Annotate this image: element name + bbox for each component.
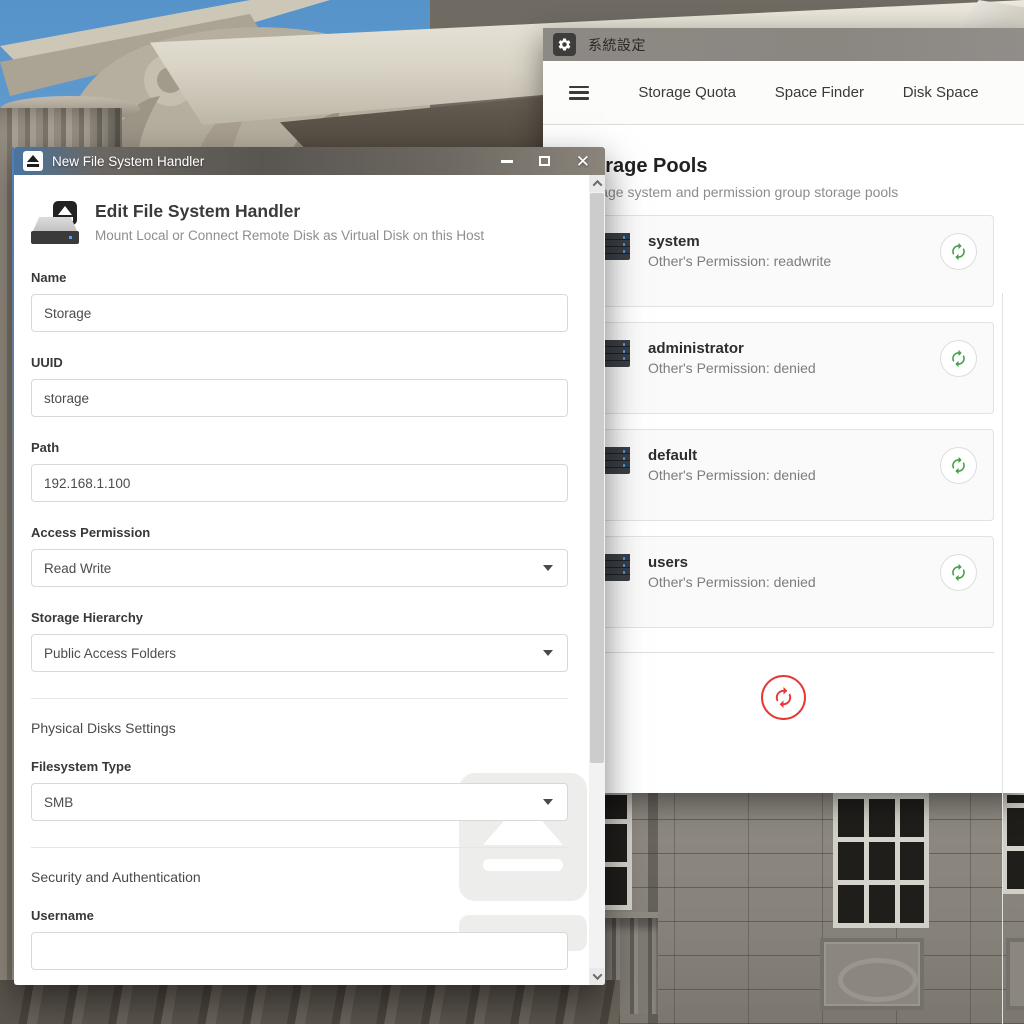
pool-permission: Other's Permission: denied bbox=[648, 360, 922, 376]
eject-icon bbox=[23, 151, 43, 171]
dialog-window-title: New File System Handler bbox=[52, 154, 492, 169]
scroll-up-button[interactable] bbox=[589, 175, 605, 192]
scrollbar-thumb[interactable] bbox=[590, 193, 604, 763]
pool-name: system bbox=[648, 233, 922, 250]
refresh-all-button[interactable] bbox=[761, 675, 806, 720]
storage-hierarchy-label: Storage Hierarchy bbox=[31, 610, 568, 625]
tab-storage-quota[interactable]: Storage Quota bbox=[638, 84, 736, 101]
path-field[interactable] bbox=[31, 464, 568, 502]
name-field[interactable] bbox=[31, 294, 568, 332]
chevron-down-icon bbox=[543, 799, 553, 805]
refresh-pool-button[interactable] bbox=[940, 340, 977, 377]
building-window bbox=[602, 790, 632, 910]
pool-permission: Other's Permission: denied bbox=[648, 574, 922, 590]
scroll-down-button[interactable] bbox=[589, 968, 605, 985]
physical-disks-section-title: Physical Disks Settings bbox=[31, 720, 568, 736]
settings-body: Storage Quota Space Finder Disk Space St… bbox=[543, 61, 1024, 793]
steps-shadow bbox=[0, 980, 620, 1024]
chevron-down-icon bbox=[543, 565, 553, 571]
relief-panel bbox=[1006, 938, 1024, 1010]
pool-permission: Other's Permission: readwrite bbox=[648, 253, 922, 269]
dialog-heading: Edit File System Handler bbox=[95, 201, 484, 222]
tab-space-finder[interactable]: Space Finder bbox=[775, 84, 864, 101]
disk-drive-eject-icon bbox=[31, 201, 79, 247]
dialog-header: Edit File System Handler Mount Local or … bbox=[31, 201, 568, 247]
access-permission-select[interactable]: Read Write bbox=[31, 549, 568, 587]
pool-card-system[interactable]: system Other's Permission: readwrite bbox=[573, 215, 994, 307]
tab-disk-space[interactable]: Disk Space bbox=[903, 84, 979, 101]
dialog-scrollbar[interactable] bbox=[589, 175, 605, 985]
uuid-label: UUID bbox=[31, 355, 568, 370]
pool-card-users[interactable]: users Other's Permission: denied bbox=[573, 536, 994, 628]
building-window bbox=[833, 790, 929, 928]
page-title: Storage Pools bbox=[573, 155, 994, 178]
refresh-pool-button[interactable] bbox=[940, 554, 977, 591]
relief-panel bbox=[820, 938, 924, 1010]
pool-name: administrator bbox=[648, 340, 922, 357]
nav-tabs: Storage Quota Space Finder Disk Space bbox=[589, 84, 998, 101]
dialog-subheading: Mount Local or Connect Remote Disk as Vi… bbox=[95, 228, 484, 243]
settings-navbar: Storage Quota Space Finder Disk Space bbox=[543, 61, 1024, 125]
dialog-body: Edit File System Handler Mount Local or … bbox=[14, 175, 605, 985]
chevron-down-icon bbox=[543, 650, 553, 656]
minimize-button[interactable] bbox=[501, 160, 513, 163]
pool-name: default bbox=[648, 447, 922, 464]
filesystem-type-label: Filesystem Type bbox=[31, 759, 568, 774]
refresh-pool-button[interactable] bbox=[940, 233, 977, 270]
security-section-title: Security and Authentication bbox=[31, 869, 568, 885]
username-field[interactable] bbox=[31, 932, 568, 970]
settings-window-title: 系統設定 bbox=[588, 35, 646, 55]
building-wall bbox=[600, 788, 1024, 1024]
building-window bbox=[1002, 790, 1024, 894]
pool-permission: Other's Permission: denied bbox=[648, 467, 922, 483]
dialog-titlebar[interactable]: New File System Handler ✕ bbox=[14, 147, 605, 175]
storage-pools-section: Storage Pools Manage system and permissi… bbox=[543, 125, 1024, 720]
username-label: Username bbox=[31, 908, 568, 923]
refresh-pool-button[interactable] bbox=[940, 447, 977, 484]
divider bbox=[31, 698, 568, 699]
close-icon[interactable]: ✕ bbox=[576, 153, 590, 170]
content-divider-line bbox=[1002, 293, 1003, 1024]
storage-hierarchy-select[interactable]: Public Access Folders bbox=[31, 634, 568, 672]
system-settings-window: 系統設定 Storage Quota Space Finder Disk Spa… bbox=[543, 28, 1024, 793]
divider bbox=[31, 847, 568, 848]
name-label: Name bbox=[31, 270, 568, 285]
file-system-handler-dialog: New File System Handler ✕ Edit File Syst… bbox=[14, 147, 605, 985]
page-subtitle: Manage system and permission group stora… bbox=[573, 184, 994, 200]
pool-card-default[interactable]: default Other's Permission: denied bbox=[573, 429, 994, 521]
pool-card-administrator[interactable]: administrator Other's Permission: denied bbox=[573, 322, 994, 414]
pool-name: users bbox=[648, 554, 922, 571]
settings-titlebar[interactable]: 系統設定 bbox=[543, 28, 1024, 61]
access-permission-label: Access Permission bbox=[31, 525, 568, 540]
uuid-field[interactable] bbox=[31, 379, 568, 417]
maximize-button[interactable] bbox=[539, 156, 550, 166]
hamburger-icon[interactable] bbox=[569, 86, 589, 100]
gear-icon bbox=[553, 33, 576, 56]
path-label: Path bbox=[31, 440, 568, 455]
divider bbox=[573, 652, 994, 653]
filesystem-type-select[interactable]: SMB bbox=[31, 783, 568, 821]
